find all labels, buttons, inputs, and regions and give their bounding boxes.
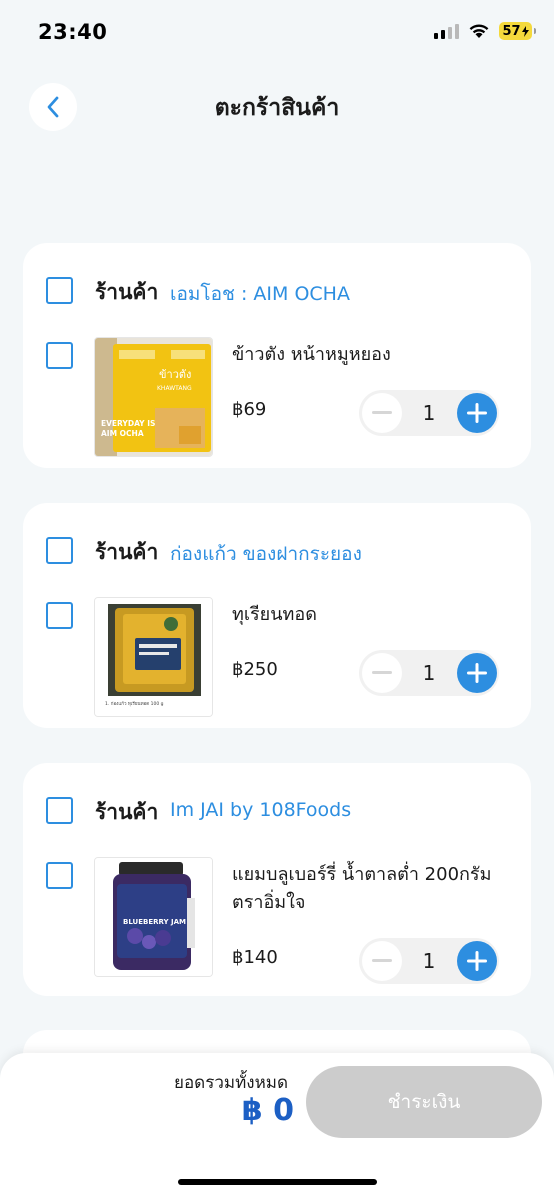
shop-checkbox[interactable] (46, 277, 73, 304)
status-bar: 23:40 57 (0, 0, 554, 68)
shop-label: ร้านค้า (95, 280, 159, 304)
decrease-quantity-button[interactable] (362, 941, 402, 981)
item-checkbox[interactable] (46, 602, 73, 629)
shop-name-link[interactable]: Im JAI by 108Foods (170, 799, 351, 821)
item-checkbox[interactable] (46, 862, 73, 889)
plus-icon (467, 951, 487, 971)
checkout-bar: ยอดรวมทั้งหมด ฿ 0 ชำระเงิน (0, 1053, 554, 1199)
shop-card: ร้านค้า Im JAI by 108Foods BLUEBERRY JAM… (23, 763, 531, 996)
quantity-value: 1 (422, 401, 436, 425)
product-price: ฿69 (232, 399, 267, 420)
minus-icon (372, 959, 392, 962)
product-name[interactable]: ข้าวตัง หน้าหมูหยอง (232, 341, 522, 369)
product-thumb-text: EVERYDAY IS (101, 419, 155, 428)
battery-level: 57 (502, 23, 521, 39)
product-thumb-text: KHAWTANG (157, 385, 192, 392)
product-price: ฿250 (232, 659, 278, 680)
decrease-quantity-button[interactable] (362, 653, 402, 693)
product-image[interactable]: 1. ก่องแก้ว ทุเรียนทอด 100 g (94, 597, 213, 717)
page-title: ตะกร้าสินค้า (214, 95, 340, 121)
status-icons: 57 (434, 22, 536, 40)
quantity-value: 1 (422, 949, 436, 973)
shop-card: ร้านค้า ก่องแก้ว ของฝากระยอง 1. ก่องแก้ว… (23, 503, 531, 728)
plus-icon (467, 663, 487, 683)
quantity-stepper: 1 (359, 938, 499, 984)
item-checkbox[interactable] (46, 342, 73, 369)
quantity-stepper: 1 (359, 390, 499, 436)
product-name[interactable]: ทุเรียนทอด (232, 601, 522, 629)
product-thumb-text: 1. ก่องแก้ว ทุเรียนทอด 100 g (105, 701, 164, 707)
shop-checkbox[interactable] (46, 537, 73, 564)
product-thumb-text: ข้าวตัง (159, 368, 191, 381)
product-thumb-text: AIM OCHA (101, 429, 144, 438)
quantity-stepper: 1 (359, 650, 499, 696)
minus-icon (372, 671, 392, 674)
total-label: ยอดรวมทั้งหมด (174, 1073, 289, 1093)
shop-checkbox[interactable] (46, 797, 73, 824)
product-image[interactable]: ข้าวตัง KHAWTANG EVERYDAY IS AIM OCHA (94, 337, 213, 457)
increase-quantity-button[interactable] (457, 653, 497, 693)
decrease-quantity-button[interactable] (362, 393, 402, 433)
checkout-button[interactable]: ชำระเงิน (306, 1066, 542, 1138)
signal-icon (434, 23, 459, 39)
product-price: ฿140 (232, 947, 278, 968)
home-indicator (178, 1179, 377, 1185)
status-time: 23:40 (38, 20, 108, 44)
product-name[interactable]: แยมบลูเบอร์รี่ น้ำตาลต่ำ 200กรัม ตราอิ่ม… (232, 861, 522, 917)
shop-label: ร้านค้า (95, 540, 159, 564)
minus-icon (372, 411, 392, 414)
quantity-value: 1 (422, 661, 436, 685)
plus-icon (467, 403, 487, 423)
shop-name-link[interactable]: เอมโอช : AIM OCHA (170, 279, 350, 309)
increase-quantity-button[interactable] (457, 941, 497, 981)
product-thumb-text: BLUEBERRY JAM (123, 918, 186, 926)
shop-card: ร้านค้า เอมโอช : AIM OCHA ข้าวตัง KHAWTA… (23, 243, 531, 468)
wifi-icon (468, 23, 490, 39)
battery-icon: 57 (499, 22, 536, 40)
shop-name-link[interactable]: ก่องแก้ว ของฝากระยอง (170, 539, 362, 569)
shop-label: ร้านค้า (95, 800, 159, 824)
total-value: ฿ 0 (241, 1093, 294, 1128)
increase-quantity-button[interactable] (457, 393, 497, 433)
product-image[interactable]: BLUEBERRY JAM (94, 857, 213, 977)
